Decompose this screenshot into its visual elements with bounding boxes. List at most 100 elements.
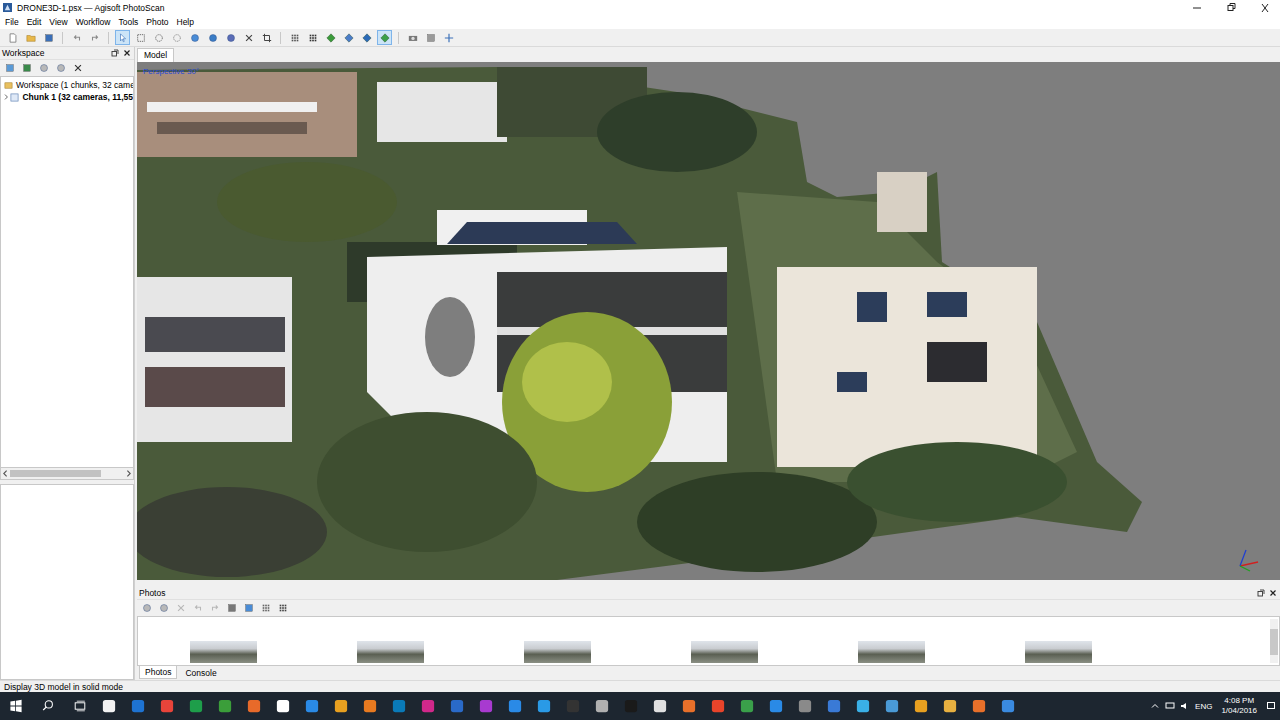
- taskbar-app-icon[interactable]: [508, 699, 522, 713]
- toolbar-button[interactable]: [241, 30, 256, 45]
- toolbar-button[interactable]: [223, 30, 238, 45]
- minimize-icon[interactable]: [1182, 1, 1212, 15]
- toolbar-button[interactable]: [423, 30, 438, 45]
- toolbar-button[interactable]: [259, 30, 274, 45]
- taskbar-app-icon[interactable]: [363, 699, 377, 713]
- taskbar-app-icon[interactable]: [740, 699, 754, 713]
- taskbar-app-icon[interactable]: [160, 699, 174, 713]
- model-viewport[interactable]: Perspective 30°: [137, 62, 1280, 580]
- taskbar-app-icon[interactable]: [653, 699, 667, 713]
- scroll-left-icon[interactable]: [1, 469, 10, 478]
- photo-thumbnail[interactable]: [1025, 641, 1092, 663]
- menu-item[interactable]: Workflow: [72, 17, 115, 27]
- tree-chunk[interactable]: Chunk 1 (32 cameras, 11,55: [1, 91, 133, 103]
- network-icon[interactable]: [1165, 701, 1175, 711]
- search-icon[interactable]: [40, 698, 56, 714]
- menu-item[interactable]: Tools: [114, 17, 142, 27]
- taskbar-app-icon[interactable]: [392, 699, 406, 713]
- toolbar-button[interactable]: [187, 30, 202, 45]
- float-icon[interactable]: [1257, 589, 1265, 597]
- taskbar-app-icon[interactable]: [276, 699, 290, 713]
- menu-item[interactable]: File: [1, 17, 23, 27]
- taskbar-app-icon[interactable]: [131, 699, 145, 713]
- toolbar-button[interactable]: [23, 30, 38, 45]
- taskbar-app-icon[interactable]: [914, 699, 928, 713]
- vertical-scrollbar[interactable]: [1270, 619, 1278, 663]
- toolbar-button[interactable]: [115, 30, 130, 45]
- taskbar-app-icon[interactable]: [247, 699, 261, 713]
- photos-tool-button[interactable]: [242, 601, 256, 615]
- show-hidden-icon[interactable]: [1150, 701, 1160, 711]
- task-view-icon[interactable]: [72, 698, 88, 714]
- scroll-right-icon[interactable]: [124, 469, 133, 478]
- model-tab[interactable]: Model: [137, 48, 174, 62]
- taskbar-app-icon[interactable]: [189, 699, 203, 713]
- photos-tool-button[interactable]: [259, 601, 273, 615]
- toolbar-button[interactable]: [205, 30, 220, 45]
- close-window-icon[interactable]: [1250, 1, 1280, 15]
- clock[interactable]: 4:08 PM 1/04/2016: [1221, 696, 1257, 716]
- toolbar-button[interactable]: [87, 30, 102, 45]
- restore-icon[interactable]: [1216, 1, 1246, 15]
- photo-thumbnail[interactable]: [190, 641, 257, 663]
- taskbar-app-icon[interactable]: [102, 699, 116, 713]
- workspace-tool-button[interactable]: [20, 61, 34, 75]
- toolbar-button[interactable]: [405, 30, 420, 45]
- menu-item[interactable]: View: [45, 17, 71, 27]
- toolbar-button[interactable]: [151, 30, 166, 45]
- toolbar-button[interactable]: [5, 30, 20, 45]
- taskbar-app-icon[interactable]: [334, 699, 348, 713]
- menu-item[interactable]: Photo: [142, 17, 172, 27]
- taskbar-app-icon[interactable]: [885, 699, 899, 713]
- close-icon[interactable]: [123, 49, 131, 57]
- toolbar-button[interactable]: [41, 30, 56, 45]
- windows-start-icon[interactable]: [8, 698, 24, 714]
- toolbar-button[interactable]: [305, 30, 320, 45]
- toolbar-button[interactable]: [169, 30, 184, 45]
- bottom-tab[interactable]: Photos: [139, 666, 177, 679]
- workspace-tool-button[interactable]: [3, 61, 17, 75]
- volume-icon[interactable]: [1180, 701, 1190, 711]
- input-language[interactable]: ENG: [1195, 702, 1212, 711]
- panel-splitter[interactable]: [137, 580, 1280, 587]
- taskbar-app-icon[interactable]: [682, 699, 696, 713]
- scroll-thumb[interactable]: [10, 470, 101, 477]
- tree-root[interactable]: Workspace (1 chunks, 32 camera: [1, 79, 133, 91]
- workspace-tool-button[interactable]: [71, 61, 85, 75]
- toolbar-button[interactable]: [133, 30, 148, 45]
- horizontal-scrollbar[interactable]: [0, 468, 134, 480]
- photo-thumbnail[interactable]: [524, 641, 591, 663]
- toolbar-button[interactable]: [441, 30, 456, 45]
- taskbar-app-icon[interactable]: [421, 699, 435, 713]
- close-icon[interactable]: [1269, 589, 1277, 597]
- float-icon[interactable]: [111, 49, 119, 57]
- toolbar-button[interactable]: [341, 30, 356, 45]
- taskbar-app-icon[interactable]: [566, 699, 580, 713]
- toolbar-button[interactable]: [323, 30, 338, 45]
- taskbar-app-icon[interactable]: [537, 699, 551, 713]
- taskbar-app-icon[interactable]: [479, 699, 493, 713]
- toolbar-button[interactable]: [359, 30, 374, 45]
- taskbar-app-icon[interactable]: [218, 699, 232, 713]
- taskbar-app-icon[interactable]: [595, 699, 609, 713]
- bottom-tab[interactable]: Console: [179, 666, 222, 680]
- menu-item[interactable]: Edit: [23, 17, 46, 27]
- taskbar-app-icon[interactable]: [827, 699, 841, 713]
- toolbar-button[interactable]: [377, 30, 392, 45]
- taskbar-app-icon[interactable]: [972, 699, 986, 713]
- taskbar-app-icon[interactable]: [856, 699, 870, 713]
- notifications-icon[interactable]: [1266, 701, 1276, 711]
- taskbar-app-icon[interactable]: [1001, 699, 1015, 713]
- photos-tool-button[interactable]: [276, 601, 290, 615]
- toolbar-button[interactable]: [69, 30, 84, 45]
- photo-thumbnail[interactable]: [691, 641, 758, 663]
- photos-tool-button[interactable]: [225, 601, 239, 615]
- taskbar-app-icon[interactable]: [711, 699, 725, 713]
- collapsed-icon[interactable]: [3, 93, 9, 101]
- taskbar-app-icon[interactable]: [943, 699, 957, 713]
- photo-thumbnail[interactable]: [858, 641, 925, 663]
- taskbar-app-icon[interactable]: [450, 699, 464, 713]
- taskbar-app-icon[interactable]: [305, 699, 319, 713]
- menu-item[interactable]: Help: [173, 17, 198, 27]
- photo-thumbnail[interactable]: [357, 641, 424, 663]
